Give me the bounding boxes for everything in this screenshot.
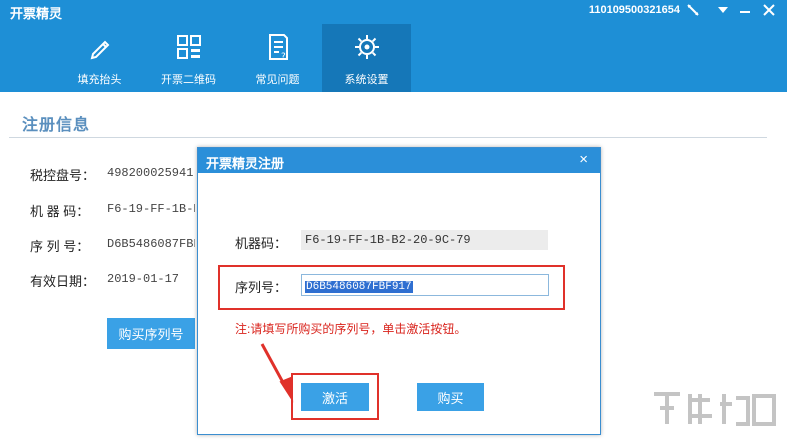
dialog-close-icon[interactable]: × [579, 151, 588, 168]
dialog-machine-code-label: 机器码： [235, 236, 288, 251]
nav-faq[interactable]: ? 常见问题 [233, 24, 322, 92]
nav-system-settings[interactable]: 系统设置 [322, 24, 411, 92]
machine-code-value: F6-19-FF-1B-B [107, 202, 195, 216]
expiry-date-label: 有效日期： [30, 274, 96, 289]
close-icon[interactable] [761, 2, 777, 18]
machine-code-field: F6-19-FF-1B-B2-20-9C-79 [301, 230, 548, 250]
dialog-title: 开票精灵注册 [206, 156, 285, 171]
tools-icon[interactable] [685, 2, 701, 18]
registration-dialog: 开票精灵注册 × 机器码： F6-19-FF-1B-B2-20-9C-79 序列… [197, 147, 601, 435]
gear-icon [354, 35, 379, 59]
expiry-date-value: 2019-01-17 [107, 272, 180, 286]
dialog-serial-label: 序列号： [235, 280, 288, 295]
svg-text:?: ? [281, 52, 286, 62]
divider [9, 137, 767, 138]
buy-button[interactable]: 购买 [417, 383, 484, 411]
qr-code-icon [176, 35, 201, 59]
app-title: 开票精灵 [10, 6, 63, 21]
serial-number-value: D6B5486087FBF9 [107, 237, 195, 251]
nav-label: 系统设置 [344, 74, 389, 86]
dropdown-icon[interactable] [715, 2, 731, 18]
app-header: 开票精灵 110109500321654 填充抬头 开票二维码 ? 常见问题 系… [0, 0, 787, 92]
registration-title: 注册信息 [22, 117, 91, 134]
tax-id: 110109500321654 [588, 4, 680, 16]
tax-disk-value: 498200025941 [107, 166, 194, 180]
watermark-logo [650, 388, 780, 438]
serial-input-selected-text: D6B5486087FBF917 [305, 281, 413, 293]
buy-serial-button[interactable]: 购买序列号 [107, 318, 195, 349]
instruction-note: 注:请填写所购买的序列号，单击激活按钮。 [235, 322, 467, 336]
nav-label: 常见问题 [255, 74, 300, 86]
faq-document-icon: ? [268, 34, 288, 62]
serial-input[interactable]: D6B5486087FBF917 [301, 274, 549, 296]
pencil-icon [90, 40, 109, 60]
nav-fill-header[interactable]: 填充抬头 [55, 24, 144, 92]
nav-qr-code[interactable]: 开票二维码 [144, 24, 233, 92]
nav-label: 填充抬头 [77, 74, 122, 86]
dialog-titlebar: 开票精灵注册 × [198, 148, 600, 173]
minimize-icon[interactable] [737, 2, 753, 18]
tax-disk-label: 税控盘号： [30, 168, 96, 183]
machine-code-label: 机 器 码： [30, 204, 90, 219]
activate-button[interactable]: 激活 [301, 383, 369, 411]
nav-label: 开票二维码 [161, 74, 216, 86]
title-bar: 开票精灵 110109500321654 [0, 0, 787, 21]
serial-number-label: 序 列 号： [30, 239, 90, 254]
main-nav: 填充抬头 开票二维码 ? 常见问题 系统设置 [55, 24, 411, 92]
